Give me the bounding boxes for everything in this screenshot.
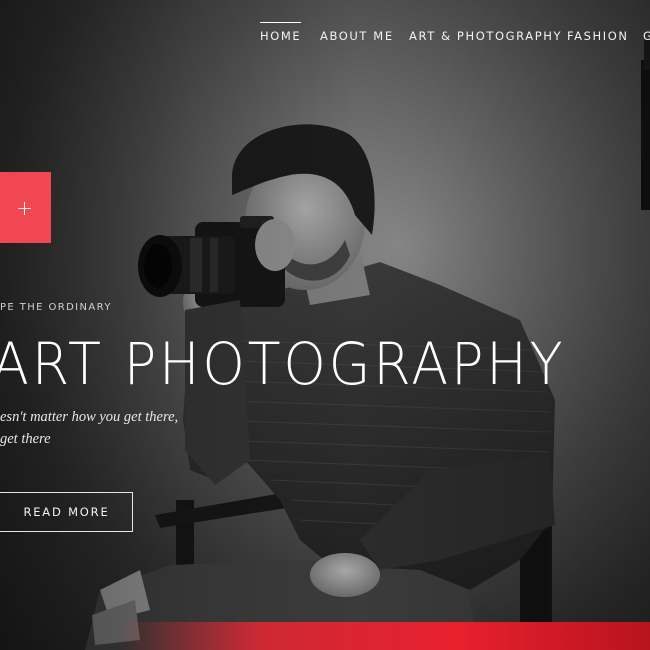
main-nav: HOME ABOUT ME ART & PHOTOGRAPHY FASHION …: [0, 0, 650, 70]
nav-item-art-photography[interactable]: ART & PHOTOGRAPHY: [409, 29, 562, 43]
nav-item-fashion[interactable]: FASHION: [567, 29, 629, 43]
read-more-button[interactable]: READ MORE: [0, 492, 133, 532]
side-plus-button[interactable]: +: [0, 172, 51, 243]
tagline-line-2: get there: [0, 431, 51, 447]
nav-item-home[interactable]: HOME: [260, 22, 302, 43]
hero-section: HOME ABOUT ME ART & PHOTOGRAPHY FASHION …: [0, 0, 650, 650]
tagline-line-1: esn't matter how you get there,: [0, 409, 179, 425]
vignette-overlay: [0, 0, 650, 650]
red-brush-stripe: [120, 622, 650, 650]
nav-item-g[interactable]: G: [643, 29, 650, 43]
plus-icon: +: [16, 195, 33, 220]
nav-item-about-me[interactable]: ABOUT ME: [320, 29, 394, 43]
hero-title: ART PHOTOGRAPHY: [0, 330, 566, 398]
hero-eyebrow: PE THE ORDINARY: [0, 302, 112, 313]
hero-tagline: esn't matter how you get there, get ther…: [0, 406, 200, 450]
